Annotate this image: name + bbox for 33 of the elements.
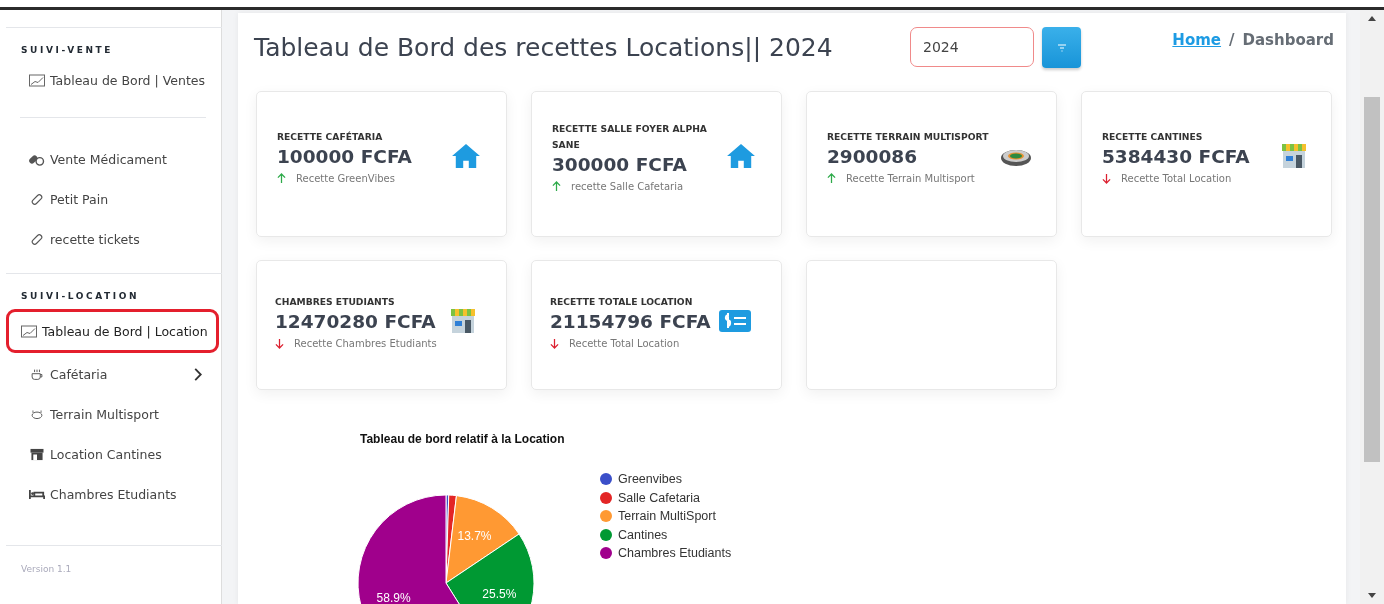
section-heading: SUIVI-VENTE — [21, 45, 115, 55]
slice-label: 25.5% — [482, 587, 517, 602]
card-note: Recette Total Location — [569, 337, 680, 349]
card-value: 100000 FCFA — [277, 145, 413, 167]
version-label: Version 1.1 — [21, 564, 73, 574]
card-note: Recette Terrain Multisport — [846, 172, 975, 184]
breadcrumb-current: Dashboard — [1242, 31, 1334, 49]
slice-label: 13.7% — [457, 529, 492, 544]
legend-label: Salle Cafetaria — [618, 490, 700, 505]
card-note: Recette Total Location — [1121, 172, 1232, 184]
card-note: Recette Chambres Etudiants — [294, 337, 437, 349]
card-value: 12470280 FCFA — [275, 310, 437, 332]
card-title: RECETTE TERRAIN MULTISPORT — [827, 129, 990, 144]
legend-label: Greenvibes — [618, 472, 682, 486]
card-note: recette Salle Cafetaria — [571, 180, 684, 192]
section-heading: SUIVI-LOCATION — [21, 291, 141, 301]
card-value: 300000 FCFA — [552, 153, 688, 175]
card-title: CHAMBRES ETUDIANTS — [275, 294, 396, 309]
page-title: Tableau de Bord des recettes Locations|| 2024 — [254, 33, 834, 62]
chart-title: Tableau de bord relatif à la Location — [360, 432, 566, 446]
card-value: 21154796 FCFA — [550, 310, 711, 332]
breadcrumb-separator: / — [1229, 31, 1235, 49]
card-value: 2900086 — [827, 145, 919, 167]
card-title: RECETTE CAFÉTARIA — [277, 129, 384, 144]
card-title: RECETTE CANTINES — [1102, 129, 1204, 144]
slice-label: 58.9% — [376, 591, 411, 604]
card-note: Recette GreenVibes — [296, 172, 395, 184]
card-title: RECETTE SALLE FOYER ALPHA SANE — [552, 121, 708, 152]
card-value: 5384430 FCFA — [1102, 145, 1251, 167]
legend-label: Chambres Etudiants — [618, 546, 732, 560]
legend-label: Terrain MultiSport — [618, 509, 716, 523]
card-title: RECETTE TOTALE LOCATION — [550, 294, 694, 309]
legend-label: Cantines — [618, 527, 668, 542]
